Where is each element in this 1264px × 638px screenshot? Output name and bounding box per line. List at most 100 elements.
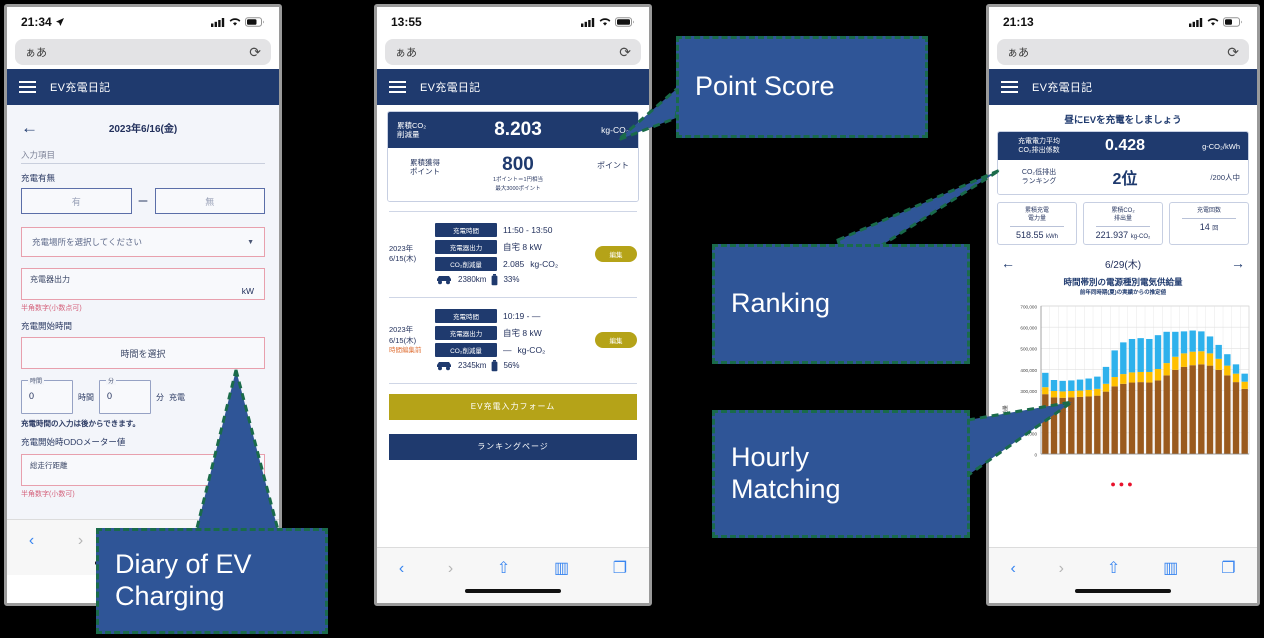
bookmarks-icon[interactable]: ▥ <box>554 560 569 577</box>
co2-coefficient-value: 0.428 <box>1104 137 1146 155</box>
phone-screenshot-1: 21:34 ぁあ ⟳ EV充電日記 ← 2023年6/16(金) 入力項目 充電… <box>4 4 282 606</box>
edit-button[interactable]: 編集 <box>595 332 637 349</box>
safari-toolbar-3: ‹ › ⇧ ▥ ❐ <box>989 547 1257 589</box>
summary-card: 累積CO₂ 削減量 8.203 kg-CO₂ 累積獲得 ポイント 800 1ポイ… <box>387 111 639 202</box>
charge-entry-form: ← 2023年6/16(金) 入力項目 充電有無 有 ー 無 充電場所を選択して… <box>7 105 279 519</box>
charge-toggle-group: 有 ー 無 <box>21 188 265 214</box>
app-title-3: EV充電日記 <box>1032 82 1093 94</box>
log-co2-unit: kg-CO₂ <box>530 258 559 269</box>
carousel-dots[interactable]: ●●● <box>997 479 1249 489</box>
odo-input[interactable]: 総走行距離 km <box>21 454 265 486</box>
charge-location-select[interactable]: 充電場所を選択してください ▼ <box>21 227 265 257</box>
duration-hours-value: 0 <box>29 391 35 401</box>
odo-unit: km <box>238 473 250 483</box>
stat-title: 充電回数 <box>1196 208 1221 215</box>
divider <box>1010 226 1064 228</box>
divider <box>21 163 265 164</box>
charger-power-input[interactable]: 充電器出力 kW <box>21 268 265 300</box>
ranking-label: CO₂低排出 ランキング <box>1021 169 1057 186</box>
stat-card: 累積CO₂ 排出量 221.937 kg-CO₂ <box>1083 202 1163 246</box>
log-co2-value: 2.085 <box>503 258 525 269</box>
forward-icon[interactable]: › <box>78 532 83 549</box>
form-section-label: 入力項目 <box>21 150 56 160</box>
browser-url-bar-2[interactable]: ぁあ ⟳ <box>385 39 641 65</box>
app-title-2: EV充電日記 <box>420 82 481 94</box>
svg-text:300,000: 300,000 <box>1020 389 1037 394</box>
share-icon[interactable]: ⇧ <box>1107 560 1120 577</box>
odo-placeholder: 総走行距離 <box>30 461 68 470</box>
charge-log-row[interactable]: 2023年 6/15(木) 充電時間 11:50 - 13:50 充電器出力 自… <box>387 221 639 288</box>
signal-icon <box>1189 18 1203 27</box>
charge-yes-button[interactable]: 有 <box>21 188 132 214</box>
reload-icon[interactable]: ⟳ <box>1227 44 1239 61</box>
browser-url-bar[interactable]: ぁあ ⟳ <box>15 39 271 65</box>
tabs-icon[interactable]: ❐ <box>1221 560 1235 577</box>
callout-label: Hourly Matching <box>731 442 841 504</box>
duration-minutes-input[interactable]: 分 0 <box>99 376 151 414</box>
reload-icon[interactable]: ⟳ <box>619 44 631 61</box>
chart-canvas: 0 100,000 200,000 300,000 400,000 500,000 600,… <box>1002 305 1250 458</box>
callout-ranking: Ranking <box>712 244 970 364</box>
stat-unit: kWh <box>1046 234 1059 241</box>
back-icon[interactable]: ‹ <box>29 532 34 549</box>
log-power-tag: 充電器出力 <box>435 325 497 340</box>
status-time: 21:34 <box>21 15 52 29</box>
hamburger-icon[interactable] <box>1001 81 1018 93</box>
divider <box>389 382 637 384</box>
reload-icon[interactable]: ⟳ <box>249 44 261 61</box>
home-indicator-3 <box>989 589 1257 603</box>
divider <box>389 296 637 298</box>
duration-minutes-value: 0 <box>107 391 113 401</box>
back-icon[interactable]: ‹ <box>399 560 404 577</box>
hamburger-icon[interactable] <box>389 81 406 93</box>
callout-label: Point Score <box>695 71 835 102</box>
signal-icon <box>211 18 225 27</box>
charger-power-note: 半角数字(小数点可) <box>21 305 82 312</box>
point-summary-unit: ポイント <box>597 161 629 170</box>
charge-no-button[interactable]: 無 <box>154 188 265 214</box>
edit-button[interactable]: 編集 <box>595 246 637 263</box>
log-power-tag: 充電器出力 <box>435 239 497 254</box>
ev-charge-form-button[interactable]: EV充電入力フォーム <box>389 393 637 420</box>
battery-icon <box>1223 17 1242 27</box>
bookmarks-icon[interactable]: ▥ <box>1163 560 1178 577</box>
log-time-tag: 充電時間 <box>435 222 497 237</box>
app-header-2: EV充電日記 <box>377 69 649 105</box>
stat-unit: 回 <box>1212 226 1219 233</box>
ranking-page-button[interactable]: ランキングページ <box>389 433 637 460</box>
charge-log-row[interactable]: 2023年 6/15(木) 時間編集前 充電時間 10:19 - ― 充電器出力… <box>387 307 639 374</box>
dashboard-body: 累積CO₂ 削減量 8.203 kg-CO₂ 累積獲得 ポイント 800 1ポイ… <box>377 105 649 460</box>
toggle-dash: ー <box>137 196 149 208</box>
arrow-right-icon[interactable]: → <box>1231 255 1245 271</box>
charger-power-unit: kW <box>241 286 254 296</box>
duration-hours-input[interactable]: 時間 0 <box>21 376 73 414</box>
tabs-icon[interactable]: ❐ <box>613 560 627 577</box>
log-co2-value: ― <box>503 344 512 355</box>
ranking-body: 昼にEVを充電をしましょう 充電電力平均 CO₂排出係数 0.428 g-CO₂… <box>989 105 1257 490</box>
arrow-left-icon[interactable]: ← <box>1001 255 1015 271</box>
share-icon[interactable]: ⇧ <box>497 560 510 577</box>
log-co2-unit: kg-CO₂ <box>517 344 546 355</box>
entry-date: 2023年6/16(金) <box>108 123 178 135</box>
svg-text:供給量: 供給量 <box>1002 405 1009 420</box>
stat-unit: kg-CO₂ <box>1130 234 1151 241</box>
charge-location-placeholder: 充電場所を選択してください <box>32 237 142 247</box>
co2-coefficient-label: 充電電力平均 CO₂排出係数 <box>1018 138 1060 155</box>
wifi-icon <box>1207 18 1219 26</box>
ranking-unit: /200人中 <box>1210 172 1240 182</box>
callout-point-score: Point Score <box>676 36 928 138</box>
browser-url-bar-3[interactable]: ぁあ ⟳ <box>997 39 1249 65</box>
charge-toggle-label: 充電有無 <box>21 173 56 183</box>
start-time-button[interactable]: 時間を選択 <box>21 337 265 369</box>
hamburger-icon[interactable] <box>19 81 36 93</box>
forward-icon[interactable]: › <box>1059 560 1064 577</box>
wifi-icon <box>599 18 611 26</box>
status-time-2: 13:55 <box>391 15 422 29</box>
forward-icon[interactable]: › <box>448 560 453 577</box>
callout-hourly-matching: Hourly Matching <box>712 410 970 538</box>
car-icon <box>437 362 451 371</box>
point-summary-value: 800 <box>502 154 534 175</box>
log-date: 2023年 6/15(木) <box>389 325 417 345</box>
ranking-card: 充電電力平均 CO₂排出係数 0.428 g-CO₂/kWh CO₂低排出 ラン… <box>997 131 1249 196</box>
back-icon[interactable]: ‹ <box>1010 560 1015 577</box>
